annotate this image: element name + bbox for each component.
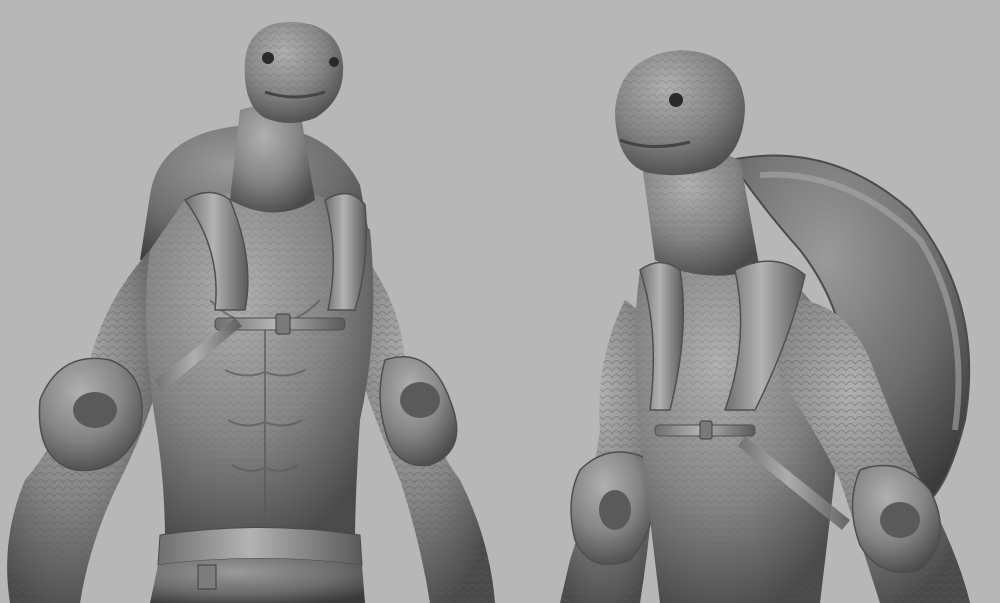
right-eye — [329, 57, 339, 67]
left-eye — [262, 52, 274, 64]
front-view — [7, 21, 495, 603]
render-svg — [7, 21, 971, 603]
three-quarter-view — [560, 50, 971, 603]
chest-buckle — [275, 313, 291, 335]
pants — [150, 558, 365, 603]
belt-buckle — [197, 564, 217, 590]
sculpt-render — [0, 0, 1000, 603]
side-chest-buckle — [699, 420, 713, 440]
eye-side — [669, 93, 683, 107]
